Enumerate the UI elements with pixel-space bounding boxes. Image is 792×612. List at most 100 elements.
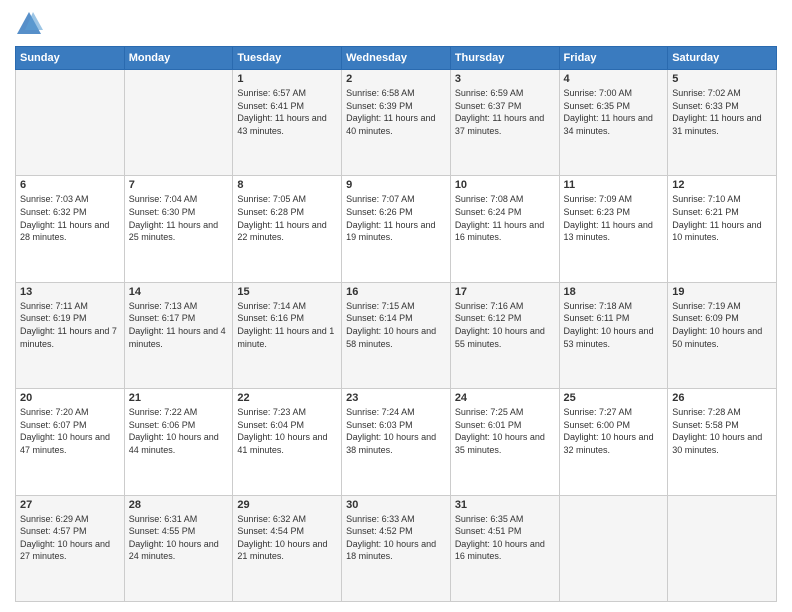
day-info: Sunrise: 6:32 AM Sunset: 4:54 PM Dayligh… — [237, 513, 337, 563]
day-cell: 31Sunrise: 6:35 AM Sunset: 4:51 PM Dayli… — [450, 495, 559, 601]
day-number: 2 — [346, 73, 446, 85]
weekday-header-thursday: Thursday — [450, 47, 559, 70]
day-cell: 19 Sunrise: 7:19 AM Sunset: 6:09 PM Dayli… — [668, 282, 777, 388]
day-cell: 20Sunrise: 7:20 AM Sunset: 6:07 PM Dayli… — [16, 389, 125, 495]
day-info: Sunrise: 7:08 AM Sunset: 6:24 PM Dayligh… — [455, 193, 555, 243]
day-cell: 16 Sunrise: 7:15 AM Sunset: 6:14 PM Dayli… — [342, 282, 451, 388]
day-cell: 24 Sunrise: 7:25 AM Sunset: 6:01 PM Dayli… — [450, 389, 559, 495]
day-number: 24 — [455, 392, 555, 404]
day-info: Sunrise: 6:35 AM Sunset: 4:51 PM Dayligh… — [455, 513, 555, 563]
day-info: Sunrise: 7:20 AM Sunset: 6:07 PM Dayligh… — [20, 406, 120, 456]
day-cell: 29 Sunrise: 6:32 AM Sunset: 4:54 PM Dayli… — [233, 495, 342, 601]
day-number: 19 — [672, 286, 772, 298]
day-info: Sunrise: 7:05 AM Sunset: 6:28 PM Dayligh… — [237, 193, 337, 243]
day-number: 7 — [129, 179, 229, 191]
day-info: Sunrise: 7:25 AM Sunset: 6:01 PM Dayligh… — [455, 406, 555, 456]
weekday-header-sunday: Sunday — [16, 47, 125, 70]
day-cell — [16, 70, 125, 176]
day-number: 9 — [346, 179, 446, 191]
logo-icon — [15, 10, 43, 38]
day-info: Sunrise: 7:24 AM Sunset: 6:03 PM Dayligh… — [346, 406, 446, 456]
day-number: 4 — [564, 73, 664, 85]
day-info: Sunrise: 7:19 AM Sunset: 6:09 PM Dayligh… — [672, 300, 772, 350]
day-info: Sunrise: 7:18 AM Sunset: 6:11 PM Dayligh… — [564, 300, 664, 350]
day-number: 18 — [564, 286, 664, 298]
day-info: Sunrise: 7:00 AM Sunset: 6:35 PM Dayligh… — [564, 87, 664, 137]
day-info: Sunrise: 7:23 AM Sunset: 6:04 PM Dayligh… — [237, 406, 337, 456]
day-cell: 27 Sunrise: 6:29 AM Sunset: 4:57 PM Dayli… — [16, 495, 125, 601]
day-cell: 17 Sunrise: 7:16 AM Sunset: 6:12 PM Dayli… — [450, 282, 559, 388]
day-info: Sunrise: 7:28 AM Sunset: 5:58 PM Dayligh… — [672, 406, 772, 456]
day-number: 12 — [672, 179, 772, 191]
day-info: Sunrise: 7:10 AM Sunset: 6:21 PM Dayligh… — [672, 193, 772, 243]
day-number: 8 — [237, 179, 337, 191]
weekday-header-saturday: Saturday — [668, 47, 777, 70]
day-number: 1 — [237, 73, 337, 85]
day-cell: 18 Sunrise: 7:18 AM Sunset: 6:11 PM Dayli… — [559, 282, 668, 388]
week-row-5: 27 Sunrise: 6:29 AM Sunset: 4:57 PM Dayli… — [16, 495, 777, 601]
day-cell: 11Sunrise: 7:09 AM Sunset: 6:23 PM Dayli… — [559, 176, 668, 282]
day-number: 6 — [20, 179, 120, 191]
day-number: 28 — [129, 499, 229, 511]
day-info: Sunrise: 6:31 AM Sunset: 4:55 PM Dayligh… — [129, 513, 229, 563]
day-number: 3 — [455, 73, 555, 85]
day-cell: 3 Sunrise: 6:59 AM Sunset: 6:37 PM Daylig… — [450, 70, 559, 176]
day-info: Sunrise: 7:27 AM Sunset: 6:00 PM Dayligh… — [564, 406, 664, 456]
day-cell: 7Sunrise: 7:04 AM Sunset: 6:30 PM Daylig… — [124, 176, 233, 282]
day-cell: 30 Sunrise: 6:33 AM Sunset: 4:52 PM Dayli… — [342, 495, 451, 601]
week-row-2: 6 Sunrise: 7:03 AM Sunset: 6:32 PM Daylig… — [16, 176, 777, 282]
day-info: Sunrise: 7:15 AM Sunset: 6:14 PM Dayligh… — [346, 300, 446, 350]
weekday-header-wednesday: Wednesday — [342, 47, 451, 70]
day-info: Sunrise: 6:57 AM Sunset: 6:41 PM Dayligh… — [237, 87, 337, 137]
day-number: 17 — [455, 286, 555, 298]
day-number: 14 — [129, 286, 229, 298]
week-row-3: 13Sunrise: 7:11 AM Sunset: 6:19 PM Dayli… — [16, 282, 777, 388]
day-info: Sunrise: 7:22 AM Sunset: 6:06 PM Dayligh… — [129, 406, 229, 456]
day-cell: 9 Sunrise: 7:07 AM Sunset: 6:26 PM Daylig… — [342, 176, 451, 282]
day-cell: 15Sunrise: 7:14 AM Sunset: 6:16 PM Dayli… — [233, 282, 342, 388]
day-number: 23 — [346, 392, 446, 404]
day-info: Sunrise: 6:29 AM Sunset: 4:57 PM Dayligh… — [20, 513, 120, 563]
day-info: Sunrise: 7:13 AM Sunset: 6:17 PM Dayligh… — [129, 300, 229, 350]
day-info: Sunrise: 7:14 AM Sunset: 6:16 PM Dayligh… — [237, 300, 337, 350]
day-number: 5 — [672, 73, 772, 85]
day-cell — [124, 70, 233, 176]
day-number: 30 — [346, 499, 446, 511]
week-row-1: 1 Sunrise: 6:57 AM Sunset: 6:41 PM Daylig… — [16, 70, 777, 176]
weekday-header-friday: Friday — [559, 47, 668, 70]
day-number: 21 — [129, 392, 229, 404]
day-cell: 21 Sunrise: 7:22 AM Sunset: 6:06 PM Dayli… — [124, 389, 233, 495]
day-cell: 22 Sunrise: 7:23 AM Sunset: 6:04 PM Dayli… — [233, 389, 342, 495]
day-info: Sunrise: 7:07 AM Sunset: 6:26 PM Dayligh… — [346, 193, 446, 243]
day-info: Sunrise: 6:59 AM Sunset: 6:37 PM Dayligh… — [455, 87, 555, 137]
day-info: Sunrise: 7:16 AM Sunset: 6:12 PM Dayligh… — [455, 300, 555, 350]
calendar-table: SundayMondayTuesdayWednesdayThursdayFrid… — [15, 46, 777, 602]
header — [15, 10, 777, 38]
day-cell: 12 Sunrise: 7:10 AM Sunset: 6:21 PM Dayli… — [668, 176, 777, 282]
day-cell: 25Sunrise: 7:27 AM Sunset: 6:00 PM Dayli… — [559, 389, 668, 495]
day-number: 29 — [237, 499, 337, 511]
day-cell: 26 Sunrise: 7:28 AM Sunset: 5:58 PM Dayli… — [668, 389, 777, 495]
day-number: 16 — [346, 286, 446, 298]
logo — [15, 10, 47, 38]
day-number: 11 — [564, 179, 664, 191]
day-number: 13 — [20, 286, 120, 298]
day-info: Sunrise: 7:03 AM Sunset: 6:32 PM Dayligh… — [20, 193, 120, 243]
day-number: 22 — [237, 392, 337, 404]
day-cell: 23 Sunrise: 7:24 AM Sunset: 6:03 PM Dayli… — [342, 389, 451, 495]
day-cell — [668, 495, 777, 601]
day-cell: 1 Sunrise: 6:57 AM Sunset: 6:41 PM Daylig… — [233, 70, 342, 176]
day-info: Sunrise: 6:58 AM Sunset: 6:39 PM Dayligh… — [346, 87, 446, 137]
day-cell: 14 Sunrise: 7:13 AM Sunset: 6:17 PM Dayli… — [124, 282, 233, 388]
day-cell: 5Sunrise: 7:02 AM Sunset: 6:33 PM Daylig… — [668, 70, 777, 176]
weekday-header-row: SundayMondayTuesdayWednesdayThursdayFrid… — [16, 47, 777, 70]
day-cell: 2 Sunrise: 6:58 AM Sunset: 6:39 PM Daylig… — [342, 70, 451, 176]
day-number: 10 — [455, 179, 555, 191]
day-number: 26 — [672, 392, 772, 404]
day-info: Sunrise: 6:33 AM Sunset: 4:52 PM Dayligh… — [346, 513, 446, 563]
day-number: 27 — [20, 499, 120, 511]
day-cell — [559, 495, 668, 601]
day-cell: 13Sunrise: 7:11 AM Sunset: 6:19 PM Dayli… — [16, 282, 125, 388]
calendar-page: SundayMondayTuesdayWednesdayThursdayFrid… — [0, 0, 792, 612]
day-cell: 28 Sunrise: 6:31 AM Sunset: 4:55 PM Dayli… — [124, 495, 233, 601]
